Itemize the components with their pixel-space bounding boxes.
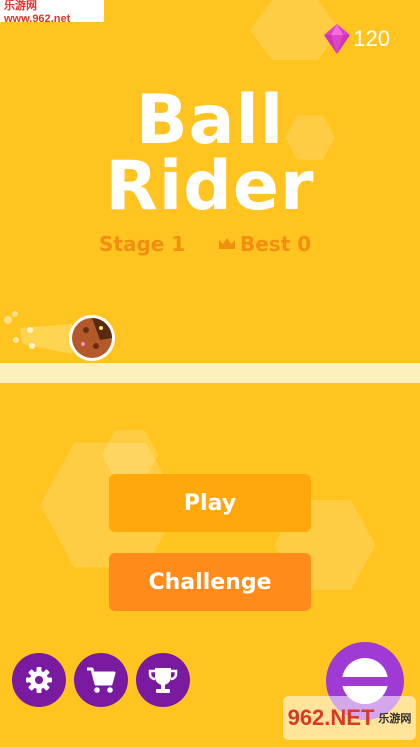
leaderboard-button[interactable] [136, 653, 190, 707]
cart-icon [87, 667, 116, 693]
background-hexagon [101, 430, 159, 480]
gear-icon [26, 667, 52, 693]
game-title-line2: Rider [105, 147, 315, 226]
gem-counter: 120 [324, 24, 390, 54]
play-button[interactable]: Play [109, 474, 311, 532]
game-title-line1: Ball [135, 81, 285, 160]
diamond-icon [324, 24, 351, 54]
stage-label: Stage 1 [99, 232, 186, 256]
challenge-button[interactable]: Challenge [109, 553, 311, 611]
brand-logo-watermark: 962.NET 乐游网 [283, 696, 416, 740]
site-watermark-text: 乐游网 www.962.net [4, 0, 71, 25]
rolling-ball [0, 300, 130, 370]
crown-icon [219, 238, 235, 249]
settings-button[interactable] [12, 653, 66, 707]
best-score: Best 0 [218, 232, 311, 256]
best-score-label: Best 0 [240, 232, 312, 256]
gems-count: 120 [353, 26, 390, 51]
brand-logo-subtext: 乐游网 [378, 713, 412, 725]
ride-track [0, 363, 420, 383]
site-watermark: 乐游网 www.962.net [0, 0, 104, 25]
brand-logo-text: 962.NET [287, 705, 375, 730]
shop-button[interactable] [74, 653, 128, 707]
trophy-icon [148, 668, 178, 693]
